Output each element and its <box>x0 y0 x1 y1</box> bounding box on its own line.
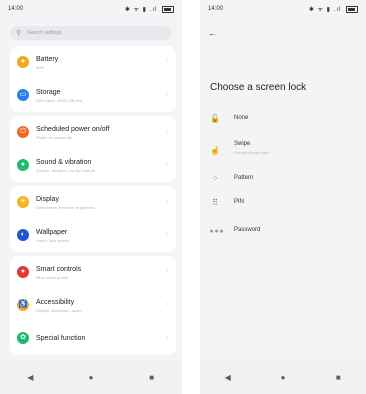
search-icon: ⚲ <box>16 30 22 37</box>
card-display-wallpaper: ☀ Display Dark theme, font size, brightn… <box>10 186 176 252</box>
item-subtitle: Dark theme, font size, brightness <box>36 205 95 210</box>
nav-home-icon[interactable]: ● <box>271 373 295 382</box>
lock-option-swipe[interactable]: ☝ Swipe Current screen lock <box>200 138 366 166</box>
item-subtitle: Display, interaction, audio <box>36 308 82 313</box>
item-title: Display <box>36 196 59 203</box>
special-function-icon: ✿ <box>17 332 29 344</box>
item-subtitle: Power on, power off <box>36 135 72 140</box>
pattern-icon: ⁘ <box>211 174 219 183</box>
navigation-bar: ◀ ● ■ <box>0 360 182 394</box>
chevron-right-icon: › <box>165 58 168 65</box>
option-title: None <box>234 115 249 121</box>
item-title: Special function <box>36 335 86 342</box>
settings-item-sound[interactable]: ● Sound & vibration Volume, vibration, D… <box>10 149 176 182</box>
chevron-right-icon: › <box>165 231 168 238</box>
status-time: 14:00 <box>8 6 24 12</box>
option-title: PIN <box>234 199 245 205</box>
option-subtitle: Current screen lock <box>234 150 269 155</box>
sound-icon: ● <box>17 159 29 171</box>
status-icons-text: ✱ ᯤ ▮ .ıl <box>124 7 158 13</box>
screen-lock-screen: 14:00 ✱ ᯤ ▮ .ıl ← Choose a screen lock 🔓… <box>200 0 366 394</box>
wallpaper-icon: ◐ <box>17 229 29 241</box>
item-subtitle: Volume, vibration, Do Not Disturb <box>36 168 96 173</box>
lock-option-pattern[interactable]: ⁘ Pattern <box>200 168 366 192</box>
chevron-right-icon: › <box>165 334 168 341</box>
settings-item-smart-controls[interactable]: ● Smart controls lift to check phone › <box>10 256 176 289</box>
option-title: Swipe <box>234 141 251 147</box>
card-battery-storage: ● Battery 89% › ▭ Storage 29% used - 46.… <box>10 46 176 112</box>
item-subtitle: lift to check phone <box>36 275 69 280</box>
card-power-sound: ⏻ Scheduled power on/off Power on, power… <box>10 116 176 182</box>
back-arrow-icon[interactable]: ← <box>208 28 217 38</box>
status-icons-text: ✱ ᯤ ▮ .ıl <box>308 7 342 13</box>
item-title: Smart controls <box>36 266 82 273</box>
storage-icon: ▭ <box>17 89 29 101</box>
option-title: Password <box>234 227 261 233</box>
settings-item-display[interactable]: ☀ Display Dark theme, font size, brightn… <box>10 186 176 219</box>
settings-item-wallpaper[interactable]: ◐ Wallpaper Home, lock screen › <box>10 219 176 252</box>
chevron-right-icon: › <box>165 128 168 135</box>
nav-home-icon[interactable]: ● <box>79 373 103 382</box>
chevron-right-icon: › <box>165 268 168 275</box>
display-icon: ☀ <box>17 196 29 208</box>
battery-icon: ● <box>17 56 29 68</box>
chevron-right-icon: › <box>165 301 168 308</box>
search-input[interactable]: ⚲ Search settings <box>10 26 172 40</box>
chevron-right-icon: › <box>165 91 168 98</box>
nav-recents-icon[interactable]: ■ <box>140 373 164 382</box>
option-title: Pattern <box>234 175 254 181</box>
status-bar: 14:00 ✱ ᯤ ▮ .ıl <box>0 0 182 18</box>
password-icon: ∗∗∗ <box>209 229 225 235</box>
item-title: Storage <box>36 89 61 96</box>
chevron-right-icon: › <box>165 161 168 168</box>
settings-item-accessibility[interactable]: ♿ Accessibility Display, interaction, au… <box>10 289 176 322</box>
lock-option-password[interactable]: ∗∗∗ Password <box>200 220 366 244</box>
item-title: Battery <box>36 56 59 63</box>
status-bar: 14:00 ✱ ᯤ ▮ .ıl <box>200 0 366 18</box>
pin-icon: ⠿ <box>212 198 218 207</box>
status-time: 14:00 <box>208 6 224 12</box>
battery-status-icon <box>346 5 358 13</box>
settings-item-special-function[interactable]: ✿ Special function › <box>10 322 176 355</box>
item-title: Accessibility <box>36 299 75 306</box>
swipe-icon: ☝ <box>210 146 220 155</box>
chevron-right-icon: › <box>165 198 168 205</box>
card-smart-accessibility: ● Smart controls lift to check phone › ♿… <box>10 256 176 355</box>
smart-controls-icon: ● <box>17 266 29 278</box>
lock-option-none[interactable]: 🔓 None <box>200 108 366 132</box>
power-icon: ⏻ <box>17 126 29 138</box>
lock-option-pin[interactable]: ⠿ PIN <box>200 192 366 216</box>
settings-item-storage[interactable]: ▭ Storage 29% used - 46.92 GB free › <box>10 79 176 112</box>
settings-item-scheduled-power[interactable]: ⏻ Scheduled power on/off Power on, power… <box>10 116 176 149</box>
accessibility-icon: ♿ <box>17 299 29 311</box>
nav-back-icon[interactable]: ◀ <box>216 373 240 382</box>
item-subtitle: 89% <box>36 65 45 70</box>
search-placeholder: Search settings <box>27 30 62 36</box>
nav-back-icon[interactable]: ◀ <box>18 373 42 382</box>
settings-screen: 14:00 ✱ ᯤ ▮ .ıl ⚲ Search settings ● Batt… <box>0 0 182 394</box>
battery-status-icon <box>162 5 174 13</box>
nav-recents-icon[interactable]: ■ <box>326 373 350 382</box>
unlock-icon: 🔓 <box>210 114 220 123</box>
status-icons: ✱ ᯤ ▮ .ıl <box>309 5 358 13</box>
item-subtitle: 29% used - 46.92 GB free <box>36 98 83 103</box>
item-subtitle: Home, lock screen <box>36 238 70 243</box>
item-title: Sound & vibration <box>36 159 92 166</box>
item-title: Wallpaper <box>36 229 68 236</box>
status-icons: ✱ ᯤ ▮ .ıl <box>125 5 174 13</box>
page-title: Choose a screen lock <box>210 82 307 93</box>
settings-item-battery[interactable]: ● Battery 89% › <box>10 46 176 79</box>
navigation-bar: ◀ ● ■ <box>200 360 366 394</box>
item-title: Scheduled power on/off <box>36 126 110 133</box>
